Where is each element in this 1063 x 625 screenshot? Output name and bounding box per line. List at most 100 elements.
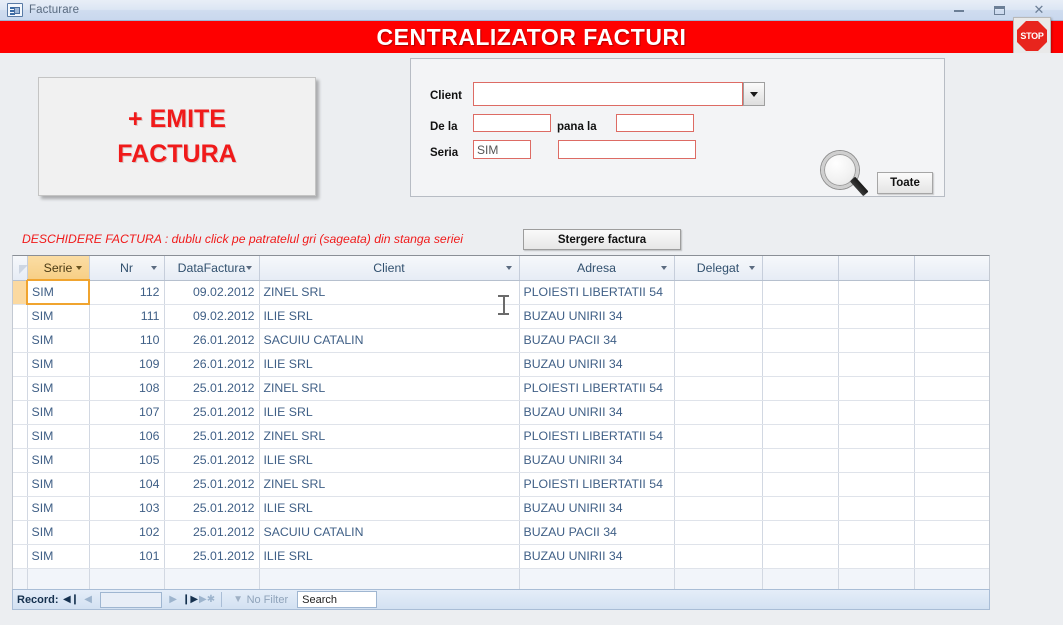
cell-adresa[interactable]: PLOIESTI LIBERTATII 54 <box>519 424 675 449</box>
cell-datafactura[interactable]: 25.01.2012 <box>164 520 260 545</box>
table-row[interactable]: SIM 111 09.02.2012 ILIE SRL BUZAU UNIRII 34 <box>13 304 989 329</box>
cell-datafactura[interactable]: 26.01.2012 <box>164 352 260 377</box>
cell-delegat[interactable] <box>674 520 763 545</box>
cell-client[interactable]: ILIE SRL <box>259 304 520 329</box>
cell-empty[interactable] <box>164 568 260 589</box>
next-record-button[interactable]: ▶ <box>165 591 182 608</box>
column-header-client[interactable]: Client <box>259 256 520 281</box>
cell-nr[interactable]: 110 <box>89 328 165 353</box>
cell-delegat[interactable] <box>674 400 763 425</box>
cell-client[interactable]: ILIE SRL <box>259 448 520 473</box>
row-selector[interactable] <box>13 304 28 329</box>
row-selector[interactable] <box>13 568 28 589</box>
cell-adresa[interactable]: BUZAU UNIRII 34 <box>519 304 675 329</box>
cell-serie[interactable]: SIM <box>27 400 90 425</box>
cell-nr[interactable]: 104 <box>89 472 165 497</box>
previous-record-button[interactable]: ◀ <box>80 591 97 608</box>
row-selector[interactable] <box>13 376 28 401</box>
cell-client[interactable]: ILIE SRL <box>259 544 520 569</box>
row-selector[interactable] <box>13 280 28 305</box>
cell-delegat[interactable] <box>674 376 763 401</box>
cell-nr[interactable]: 102 <box>89 520 165 545</box>
cell-delegat[interactable] <box>674 448 763 473</box>
cell-delegat[interactable] <box>674 424 763 449</box>
cell-client[interactable]: ILIE SRL <box>259 352 520 377</box>
cell-datafactura[interactable]: 25.01.2012 <box>164 400 260 425</box>
cell-datafactura[interactable]: 25.01.2012 <box>164 544 260 569</box>
cell-serie[interactable]: SIM <box>27 376 90 401</box>
column-header-delegat[interactable]: Delegat <box>674 256 763 281</box>
cell-client[interactable]: ZINEL SRL <box>259 376 520 401</box>
cell-adresa[interactable]: BUZAU UNIRII 34 <box>519 448 675 473</box>
cell-nr[interactable]: 106 <box>89 424 165 449</box>
first-record-button[interactable]: ◀❙ <box>63 591 80 608</box>
minimize-button[interactable] <box>949 3 969 19</box>
cell-adresa[interactable]: BUZAU PACII 34 <box>519 328 675 353</box>
cell-serie[interactable]: SIM <box>27 520 90 545</box>
last-record-button[interactable]: ❙▶ <box>182 591 199 608</box>
cell-nr[interactable]: 109 <box>89 352 165 377</box>
chevron-down-icon[interactable] <box>75 265 82 270</box>
cell-delegat[interactable] <box>674 328 763 353</box>
row-selector[interactable] <box>13 496 28 521</box>
table-row[interactable]: SIM 109 26.01.2012 ILIE SRL BUZAU UNIRII 34 <box>13 352 989 377</box>
cell-serie[interactable]: SIM <box>27 496 90 521</box>
cell-adresa[interactable]: BUZAU UNIRII 34 <box>519 352 675 377</box>
chevron-down-icon[interactable] <box>505 265 512 270</box>
cell-nr[interactable]: 111 <box>89 304 165 329</box>
cell-delegat[interactable] <box>674 280 763 305</box>
cell-datafactura[interactable]: 25.01.2012 <box>164 376 260 401</box>
cell-delegat[interactable] <box>674 496 763 521</box>
cell-adresa[interactable]: PLOIESTI LIBERTATII 54 <box>519 376 675 401</box>
cell-delegat[interactable] <box>674 304 763 329</box>
cell-empty[interactable] <box>762 568 839 589</box>
table-row[interactable]: SIM 103 25.01.2012 ILIE SRL BUZAU UNIRII 34 <box>13 496 989 521</box>
cell-serie[interactable]: SIM <box>26 279 90 305</box>
table-row[interactable]: SIM 101 25.01.2012 ILIE SRL BUZAU UNIRII 34 <box>13 544 989 569</box>
seria-secondary-input[interactable] <box>558 140 696 159</box>
table-row[interactable]: SIM 106 25.01.2012 ZINEL SRL PLOIESTI LIBERT… <box>13 424 989 449</box>
de-la-input[interactable] <box>473 114 551 132</box>
row-selector[interactable] <box>13 424 28 449</box>
table-row[interactable]: SIM 107 25.01.2012 ILIE SRL BUZAU UNIRII 34 <box>13 400 989 425</box>
cell-client[interactable]: ZINEL SRL <box>259 280 520 305</box>
cell-nr[interactable]: 101 <box>89 544 165 569</box>
cell-client[interactable]: ZINEL SRL <box>259 472 520 497</box>
cell-empty[interactable] <box>519 568 675 589</box>
restore-button[interactable] <box>989 3 1009 19</box>
search-input[interactable]: Search <box>297 591 378 608</box>
row-selector[interactable] <box>13 520 28 545</box>
cell-datafactura[interactable]: 26.01.2012 <box>164 328 260 353</box>
cell-nr[interactable]: 112 <box>89 280 165 305</box>
stergere-factura-button[interactable]: Stergere factura <box>523 229 681 250</box>
row-selector[interactable] <box>13 544 28 569</box>
cell-datafactura[interactable]: 25.01.2012 <box>164 496 260 521</box>
table-row[interactable]: SIM 108 25.01.2012 ZINEL SRL PLOIESTI LIBERT… <box>13 376 989 401</box>
cell-serie[interactable]: SIM <box>27 328 90 353</box>
cell-serie[interactable]: SIM <box>27 424 90 449</box>
table-empty-row[interactable] <box>13 568 989 589</box>
table-row[interactable]: SIM 110 26.01.2012 SACUIU CATALIN BUZAU PACI… <box>13 328 989 353</box>
seria-input[interactable] <box>473 140 531 159</box>
cell-delegat[interactable] <box>674 472 763 497</box>
cell-adresa[interactable]: PLOIESTI LIBERTATII 54 <box>519 472 675 497</box>
cell-adresa[interactable]: PLOIESTI LIBERTATII 54 <box>519 280 675 305</box>
table-row[interactable]: SIM 102 25.01.2012 SACUIU CATALIN BUZAU PACI… <box>13 520 989 545</box>
select-all-corner[interactable] <box>13 256 28 281</box>
cell-empty[interactable] <box>838 568 915 589</box>
new-record-button[interactable]: ▶✱ <box>199 591 216 608</box>
cell-empty[interactable] <box>259 568 520 589</box>
filter-toggle-button[interactable]: ▼ No Filter <box>227 594 295 606</box>
cell-adresa[interactable]: BUZAU UNIRII 34 <box>519 496 675 521</box>
cell-empty[interactable] <box>914 568 989 589</box>
stop-button[interactable]: STOP <box>1013 17 1051 55</box>
cell-empty[interactable] <box>674 568 763 589</box>
magnifier-icon[interactable] <box>819 151 875 201</box>
cell-delegat[interactable] <box>674 352 763 377</box>
cell-client[interactable]: ILIE SRL <box>259 400 520 425</box>
row-selector[interactable] <box>13 472 28 497</box>
chevron-down-icon[interactable] <box>245 265 252 270</box>
cell-adresa[interactable]: BUZAU UNIRII 34 <box>519 400 675 425</box>
column-header-nr[interactable]: Nr <box>89 256 165 281</box>
emite-factura-button[interactable]: + EMITE FACTURA <box>38 77 316 196</box>
